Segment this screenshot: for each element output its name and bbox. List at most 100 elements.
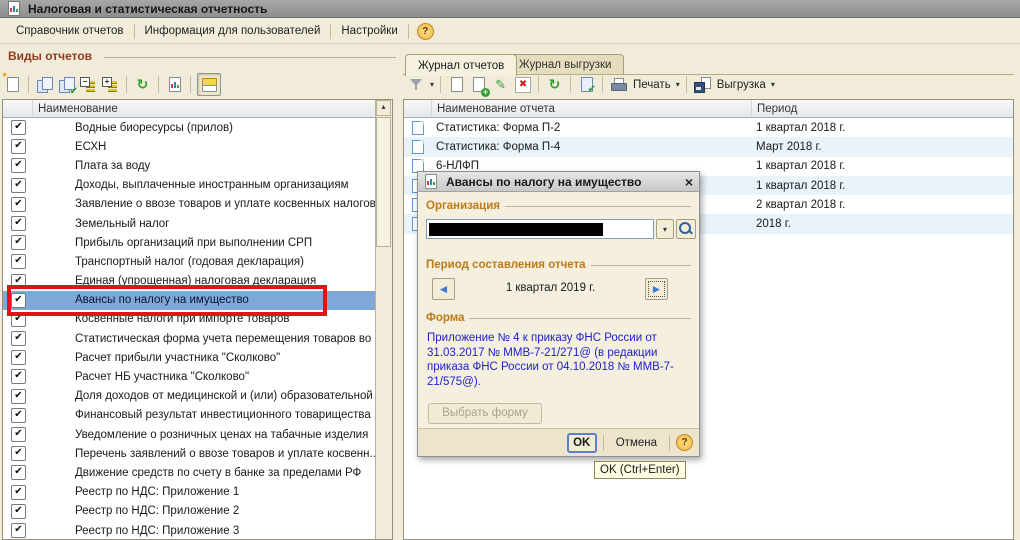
organization-field[interactable] [426, 219, 654, 239]
export-icon[interactable] [693, 76, 712, 94]
list-item[interactable]: Движение средств по счету в банке за пре… [3, 463, 377, 482]
next-period-button[interactable] [645, 278, 668, 300]
expand-list-icon[interactable]: + [101, 76, 120, 94]
dialog-help-icon[interactable] [676, 434, 693, 451]
list-item-label: Реестр по НДС: Приложение 2 [3, 505, 239, 517]
checkbox[interactable] [11, 216, 26, 231]
select-form-button[interactable]: Выбрать форму [428, 403, 542, 424]
checkbox[interactable] [11, 350, 26, 365]
report-chart-icon [424, 173, 440, 191]
report-types-list: Водные биоресурсы (прилов)ЕСХНПлата за в… [3, 118, 377, 539]
filter-dropdown-icon[interactable]: ▾ [430, 80, 434, 89]
window-titlebar: Налоговая и статистическая отчетность [0, 0, 1020, 18]
menu-bar: Справочник отчетов Информация для пользо… [0, 19, 1020, 44]
menu-settings[interactable]: Настройки [333, 22, 405, 40]
checkbox[interactable] [11, 158, 26, 173]
list-item[interactable]: Плата за воду [3, 156, 377, 175]
organization-search-icon[interactable] [676, 219, 696, 239]
list-item[interactable]: Расчет НБ участника "Сколково" [3, 367, 377, 386]
edit-icon[interactable] [491, 76, 510, 94]
table-row[interactable]: Статистика: Форма П-4Март 2018 г. [404, 137, 1013, 156]
list-item[interactable]: Перечень заявлений о ввозе товаров и упл… [3, 444, 377, 463]
list-item[interactable]: Водные биоресурсы (прилов) [3, 118, 377, 137]
list-item[interactable]: Реестр по НДС: Приложение 2 [3, 502, 377, 521]
list-item[interactable]: Статистическая форма учета перемещения т… [3, 329, 377, 348]
list-item[interactable]: Расчет прибыли участника "Сколково" [3, 348, 377, 367]
post-report-icon[interactable] [577, 76, 596, 94]
menu-user-info[interactable]: Информация для пользователей [137, 22, 329, 40]
period-column-header: Период [752, 103, 1013, 115]
scrollbar-thumb[interactable] [376, 117, 391, 247]
list-item[interactable]: Земельный налог [3, 214, 377, 233]
collapse-list-icon[interactable]: − [79, 76, 98, 94]
open-report-icon[interactable] [165, 76, 184, 94]
list-item[interactable]: Финансовый результат инвестиционного тов… [3, 406, 377, 425]
print-dropdown-icon[interactable]: ▾ [676, 80, 680, 89]
delete-icon[interactable] [513, 76, 532, 94]
previous-period-button[interactable] [432, 278, 455, 300]
filter-icon[interactable] [407, 76, 426, 94]
checkbox[interactable] [11, 139, 26, 154]
checkbox[interactable] [11, 235, 26, 250]
checkbox[interactable] [11, 389, 26, 404]
scroll-up-icon[interactable] [376, 100, 391, 116]
ok-button[interactable]: OK [567, 433, 597, 453]
refresh-icon[interactable] [133, 76, 152, 94]
cancel-button[interactable]: Отмена [610, 435, 663, 451]
print-button[interactable]: Печать [633, 79, 671, 91]
dialog-footer: OK Отмена [418, 428, 699, 456]
dialog-title: Авансы по налогу на имущество [446, 175, 685, 189]
menu-separator [134, 24, 135, 39]
copy-icon[interactable] [35, 76, 54, 94]
checkbox[interactable] [11, 331, 26, 346]
organization-dropdown-icon[interactable] [656, 219, 674, 239]
list-item[interactable]: ЕСХН [3, 137, 377, 156]
tab-report-journal[interactable]: Журнал отчетов [405, 54, 517, 76]
list-item[interactable]: Транспортный налог (годовая декларация) [3, 252, 377, 271]
list-item[interactable]: Прибыль организаций при выполнении СРП [3, 233, 377, 252]
refresh-icon[interactable] [545, 76, 564, 94]
period-cell: Март 2018 г. [751, 141, 1013, 153]
checkbox[interactable] [11, 408, 26, 423]
list-item[interactable]: Реестр по НДС: Приложение 1 [3, 483, 377, 502]
checkbox[interactable] [11, 369, 26, 384]
checkbox[interactable] [11, 178, 26, 193]
checkbox[interactable] [11, 254, 26, 269]
list-item-label: Движение средств по счету в банке за пре… [3, 467, 361, 479]
list-item[interactable]: Доля доходов от медицинской и (или) обра… [3, 387, 377, 406]
left-panel-title-line [104, 57, 396, 58]
list-item[interactable]: Заявление о ввозе товаров и уплате косве… [3, 195, 377, 214]
list-item[interactable]: Уведомление о розничных ценах на табачны… [3, 425, 377, 444]
close-icon[interactable] [685, 175, 693, 189]
checkbox[interactable] [11, 120, 26, 135]
new-item-icon[interactable] [3, 76, 22, 94]
help-icon[interactable] [417, 23, 434, 40]
period-group: Период составления отчета [426, 259, 691, 271]
checkbox[interactable] [11, 504, 26, 519]
report-name-cell: Статистика: Форма П-2 [431, 122, 751, 134]
export-dropdown-icon[interactable]: ▾ [771, 80, 775, 89]
organization-group: Организация [426, 200, 691, 212]
journal-toggle-icon[interactable] [197, 73, 221, 96]
checkbox[interactable] [11, 446, 26, 461]
menu-report-directory[interactable]: Справочник отчетов [8, 22, 132, 40]
table-row[interactable]: Статистика: Форма П-21 квартал 2018 г. [404, 118, 1013, 137]
export-button[interactable]: Выгрузка [717, 79, 766, 91]
tab-export-journal[interactable]: Журнал выгрузки [506, 54, 624, 74]
list-item[interactable]: Реестр по НДС: Приложение 3 [3, 521, 377, 539]
add-report-icon[interactable]: + [469, 76, 488, 94]
left-list-scrollbar[interactable] [375, 100, 392, 539]
checkbox[interactable] [11, 465, 26, 480]
checkbox[interactable] [11, 523, 26, 538]
new-report-icon[interactable] [447, 76, 466, 94]
icon-column-header [404, 100, 432, 117]
checkbox[interactable] [11, 485, 26, 500]
list-item-label: Статистическая форма учета перемещения т… [3, 333, 377, 345]
print-icon[interactable] [609, 76, 628, 94]
list-item-label: Реестр по НДС: Приложение 1 [3, 486, 239, 498]
list-item-label: Заявление о ввозе товаров и уплате косве… [3, 198, 376, 210]
checkbox[interactable] [11, 427, 26, 442]
checkbox[interactable] [11, 197, 26, 212]
list-item[interactable]: Доходы, выплаченные иностранным организа… [3, 176, 377, 195]
copy-group-icon[interactable] [57, 76, 76, 94]
